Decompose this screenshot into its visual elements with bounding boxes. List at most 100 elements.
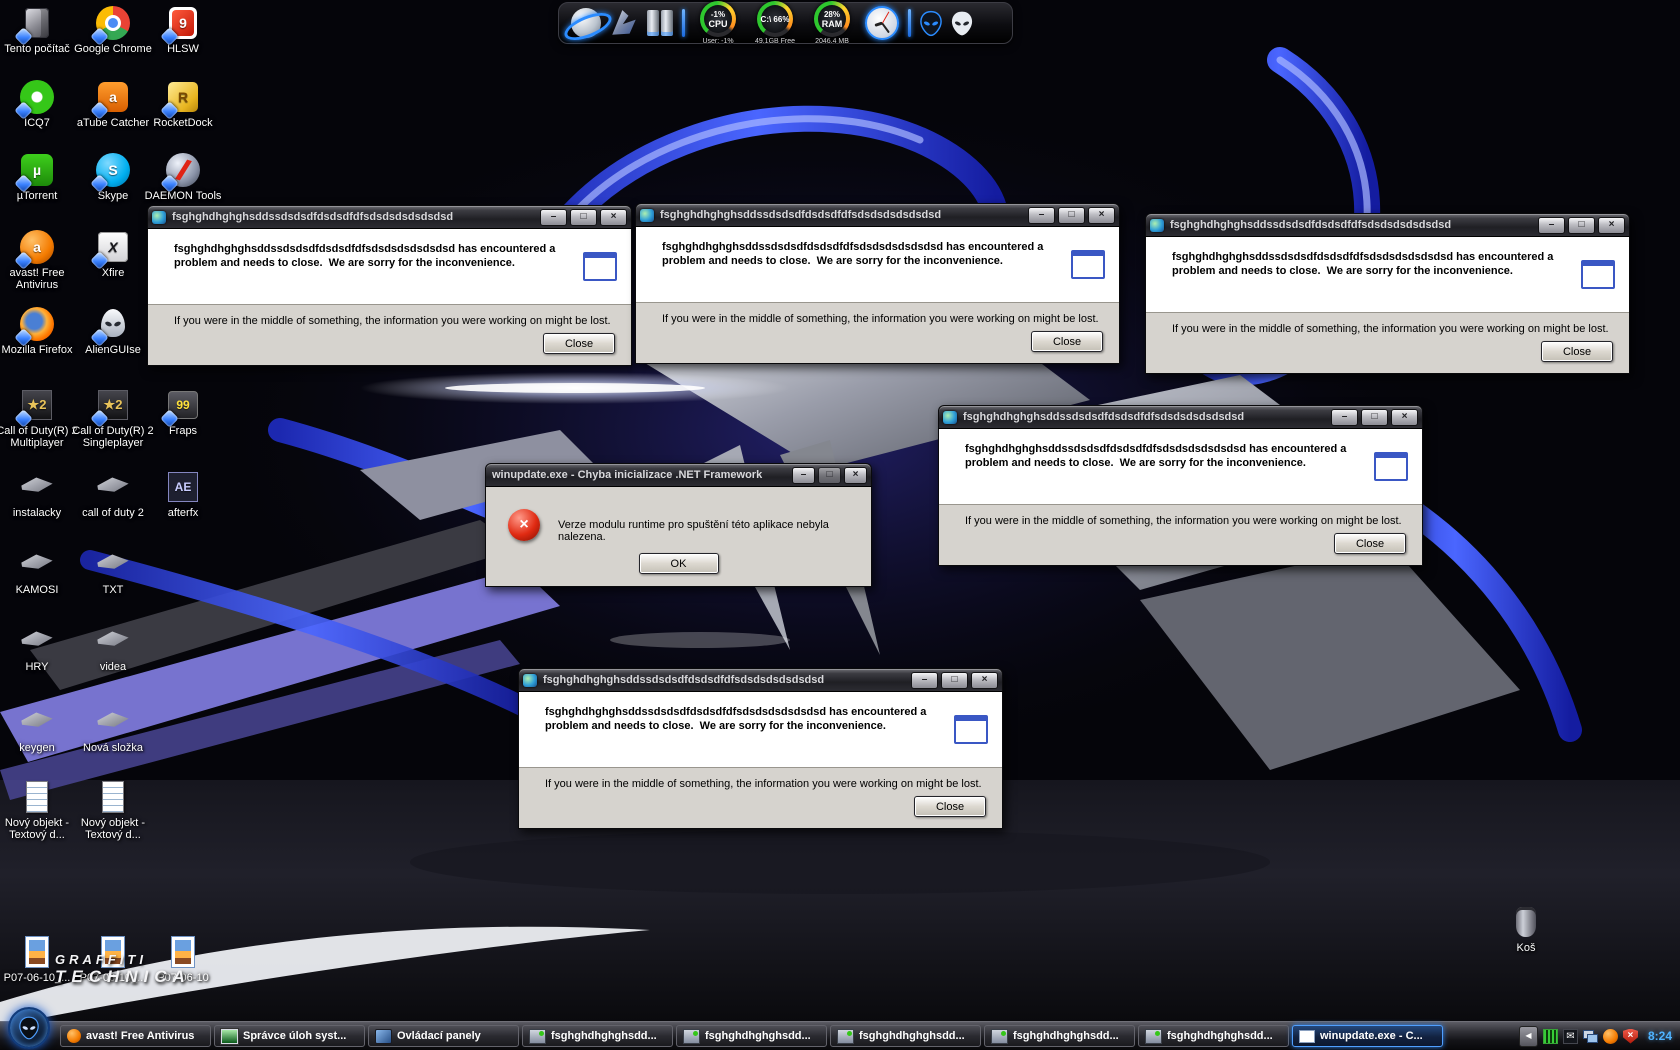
desktop-icon-icq7[interactable]: ICQ7	[0, 80, 79, 129]
security-alert-tray-icon[interactable]: ×	[1623, 1029, 1638, 1044]
alien-head-white-icon[interactable]	[951, 10, 973, 37]
taskbar-button-control-panel[interactable]: Ovládací panely	[368, 1025, 519, 1047]
desktop-icon-rocketdock[interactable]: R RocketDock	[141, 80, 225, 129]
desktop-icon-instalacky[interactable]: instalacky	[0, 470, 79, 519]
internet-globe-icon[interactable]	[571, 8, 601, 38]
icon-label: Nová složka	[71, 742, 155, 754]
desktop-icon-fraps[interactable]: 99 Fraps	[141, 388, 225, 437]
error-dialog-2[interactable]: fsghghdhghghsddssdsdsdfdsdsdfdfsdsdsdsds…	[635, 203, 1120, 364]
maximize-button[interactable]: □	[1361, 409, 1388, 426]
dialog-titlebar[interactable]: fsghghdhghghsddssdsdsdfdsdsdfdfsdsdsdsds…	[635, 203, 1120, 227]
desktop-icon-nova-slozka[interactable]: Nová složka	[71, 705, 155, 754]
window-icon	[1299, 1030, 1315, 1043]
error-dialog-4[interactable]: fsghghdhghghsddssdsdsdfdsdsdfdfsdsdsdsds…	[938, 405, 1423, 566]
error-dialog-5[interactable]: fsghghdhghghsddssdsdsdfdsdsdfdfsdsdsdsds…	[518, 668, 1003, 829]
close-icon[interactable]: ×	[600, 209, 627, 226]
close-button[interactable]: Close	[1334, 533, 1406, 554]
performance-monitor-tray-icon[interactable]	[1543, 1029, 1558, 1044]
minimize-button[interactable]: –	[911, 672, 938, 689]
icon-label: Tento počítač	[0, 43, 79, 55]
alien-head-blue-icon[interactable]	[920, 10, 942, 37]
dialog-title: fsghghdhghghsddssdsdsdfdsdsdfdfsdsdsdsds…	[172, 211, 537, 223]
taskbar-button-avast[interactable]: avast! Free Antivirus	[60, 1025, 211, 1047]
desktop-icon-avast[interactable]: a avast! Free Antivirus	[0, 230, 79, 291]
desktop-icon-novy-objekt-1[interactable]: Nový objekt - Textový d...	[0, 780, 79, 841]
start-button[interactable]	[8, 1007, 50, 1049]
desktop-icon-utorrent[interactable]: µ µTorrent	[0, 153, 79, 202]
taskbar-button-winupdate[interactable]: winupdate.exe - C...	[1292, 1025, 1443, 1047]
desktop-icon-mozilla-firefox[interactable]: Mozilla Firefox	[0, 307, 79, 356]
taskbar-clock[interactable]: 8:24	[1648, 1029, 1672, 1043]
ok-button[interactable]: OK	[639, 553, 719, 574]
mail-tray-icon[interactable]: ✉	[1563, 1029, 1578, 1044]
application-icon	[991, 1029, 1008, 1044]
icon-label: HRY	[0, 661, 79, 673]
maximize-button[interactable]: □	[941, 672, 968, 689]
taskbar-button-fsgh-5[interactable]: fsghghdhghghsdd...	[1138, 1025, 1289, 1047]
close-icon[interactable]: ×	[971, 672, 998, 689]
desktop-icon-videa[interactable]: videa	[71, 624, 155, 673]
close-icon[interactable]: ×	[1088, 207, 1115, 224]
dialog-titlebar[interactable]: fsghghdhghghsddssdsdsdfdsdsdfdfsdsdsdsds…	[938, 405, 1423, 429]
desktop-icon-afterfx[interactable]: AE afterfx	[141, 470, 225, 519]
taskbar-button-fsgh-3[interactable]: fsghghdhghghsdd...	[830, 1025, 981, 1047]
close-button[interactable]: Close	[914, 796, 986, 817]
net-framework-error-dialog[interactable]: winupdate.exe - Chyba inicializace .NET …	[485, 463, 872, 587]
close-button[interactable]: Close	[1541, 341, 1613, 362]
maximize-button[interactable]: □	[1568, 217, 1595, 234]
minimize-button[interactable]: –	[792, 467, 815, 484]
dialog-titlebar[interactable]: winupdate.exe - Chyba inicializace .NET …	[485, 463, 872, 487]
abstract-claw-icon[interactable]	[610, 9, 638, 37]
dialog-titlebar[interactable]: fsghghdhghghsddssdsdsdfdsdsdfdfsdsdsdsds…	[1145, 213, 1630, 237]
maximize-button[interactable]: □	[570, 209, 597, 226]
desktop-icon-txt[interactable]: TXT	[71, 547, 155, 596]
minimize-button[interactable]: –	[540, 209, 567, 226]
error-message: fsghghdhghghsddssdsdsdfdsdsdfdfsdsdsdsds…	[545, 705, 954, 755]
servers-icon[interactable]	[647, 10, 673, 36]
desktop-icon-hlsw[interactable]: 9 HLSW	[141, 6, 225, 55]
taskbar-button-fsgh-4[interactable]: fsghghdhghghsdd...	[984, 1025, 1135, 1047]
error-x-icon: ×	[508, 509, 540, 541]
minimize-button[interactable]: –	[1538, 217, 1565, 234]
avast-icon	[67, 1029, 81, 1043]
ram-gauge[interactable]: 28% RAM 2046.4 MB	[808, 1, 856, 45]
taskbar-button-fsgh-2[interactable]: fsghghdhghghsdd...	[676, 1025, 827, 1047]
avast-tray-icon[interactable]	[1603, 1029, 1618, 1044]
error-dialog-3[interactable]: fsghghdhghghsddssdsdsdfdsdsdfdfsdsdsdsds…	[1145, 213, 1630, 374]
ram-value: 28%	[824, 10, 840, 19]
error-dialog-1[interactable]: fsghghdhghghsddssdsdsdfdsdsdfdfsdsdsdsds…	[147, 205, 632, 366]
desktop-icon-alienguise[interactable]: AlienGUIse	[71, 307, 155, 356]
minimize-button[interactable]: –	[1028, 207, 1055, 224]
desktop-icon-novy-objekt-2[interactable]: Nový objekt - Textový d...	[71, 780, 155, 841]
dialog-titlebar[interactable]: fsghghdhghghsddssdsdsdfdsdsdfdfsdsdsdsds…	[147, 205, 632, 229]
desktop-icon-daemon-tools[interactable]: DAEMON Tools	[141, 153, 225, 202]
disk-gauge[interactable]: C:\ 66% 49.1GB Free	[751, 1, 799, 45]
maximize-button[interactable]: □	[818, 467, 841, 484]
cpu-gauge[interactable]: -1% CPU User: -1%	[694, 1, 742, 45]
taskbar-button-task-manager[interactable]: Správce úloh syst...	[214, 1025, 365, 1047]
desktop-icon-cod2-multiplayer[interactable]: ★2 Call of Duty(R) 2 Multiplayer	[0, 388, 79, 449]
maximize-button[interactable]: □	[1058, 207, 1085, 224]
desktop-icon-keygen[interactable]: keygen	[0, 705, 79, 754]
dialog-title: fsghghdhghghsddssdsdsdfdsdsdfdfsdsdsdsds…	[543, 674, 908, 686]
desktop-icon-kamosi[interactable]: KAMOSI	[0, 547, 79, 596]
desktop-icon-tento-pocitac[interactable]: Tento počítač	[0, 6, 79, 55]
close-button[interactable]: Close	[543, 333, 615, 354]
dialog-titlebar[interactable]: fsghghdhghghsddssdsdsdfdsdsdfdfsdsdsdsds…	[518, 668, 1003, 692]
tray-expand-button[interactable]: ◀	[1519, 1026, 1538, 1047]
dock-divider	[682, 9, 685, 37]
network-tray-icon[interactable]	[1583, 1029, 1598, 1044]
taskbar-button-fsgh-1[interactable]: fsghghdhghghsdd...	[522, 1025, 673, 1047]
close-icon[interactable]: ×	[1391, 409, 1418, 426]
desktop-icon-kos[interactable]: Koš	[1484, 905, 1568, 954]
desktop-icon-hry[interactable]: HRY	[0, 624, 79, 673]
analog-clock-icon[interactable]	[865, 6, 899, 40]
notepad-file-icon	[102, 781, 124, 813]
close-icon[interactable]: ×	[1598, 217, 1625, 234]
icon-label: RocketDock	[141, 117, 225, 129]
close-button[interactable]: Close	[1031, 331, 1103, 352]
close-icon[interactable]: ×	[844, 467, 867, 484]
desktop-icon-xfire[interactable]: X Xfire	[71, 230, 155, 279]
minimize-button[interactable]: –	[1331, 409, 1358, 426]
image-file-icon	[25, 936, 49, 968]
